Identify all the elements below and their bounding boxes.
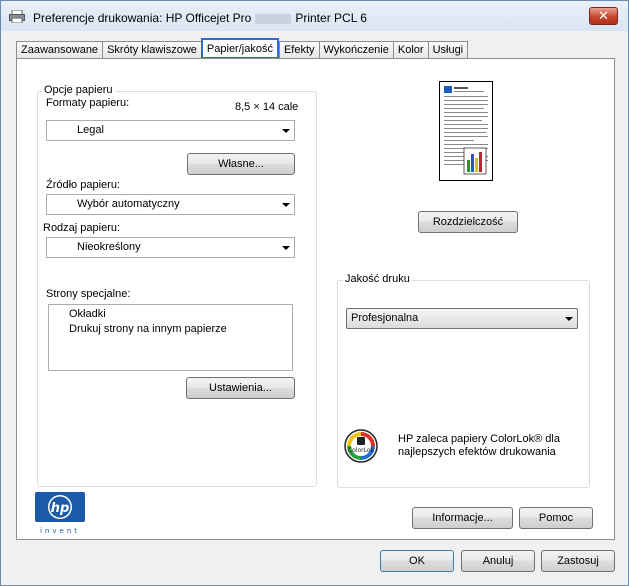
tab-paper-quality[interactable]: Papier/jakość [200,38,279,59]
information-button[interactable]: Informacje... [412,507,513,529]
settings-button[interactable]: Ustawienia... [186,377,295,399]
help-button[interactable]: Pomoc [519,507,593,529]
tab-shortcuts[interactable]: Skróty klawiszowe [102,41,201,59]
paper-size-text: 8,5 × 14 cale [235,101,299,113]
apply-button[interactable]: Zastosuj [541,550,615,572]
window-title-prefix: Preferencje drukowania: HP Officejet Pro [33,11,252,25]
cancel-button[interactable]: Anuluj [461,550,535,572]
printing-preferences-window: Preferencje drukowania: HP Officejet Pro… [0,0,629,586]
window-title-suffix: Printer PCL 6 [295,11,367,25]
chevron-down-icon [282,129,290,133]
print-quality-value: Profesjonalna [351,312,419,324]
close-icon: ✕ [598,8,609,23]
printer-icon [9,10,25,23]
paper-format-select[interactable]: Legal [46,120,295,141]
paper-options-title: Opcje papieru [42,84,115,96]
tab-strip: Zaawansowane Skróty klawiszowe Papier/ja… [16,38,469,59]
paper-formats-label: Formaty papieru: [46,97,130,109]
chevron-down-icon [565,317,573,321]
resolution-button[interactable]: Rozdzielczość [418,211,518,233]
tab-services[interactable]: Usługi [427,41,469,59]
ok-button[interactable]: OK [380,550,454,572]
colorlok-line-2: najlepszych efektów drukowania [398,446,556,458]
page-preview [439,81,493,181]
paper-type-label: Rodzaj papieru: [43,222,121,234]
paper-source-label: Źródło papieru: [46,179,120,191]
colorlok-line-1: HP zaleca papiery ColorLok® dla [398,433,560,445]
list-item[interactable]: Okładki [69,308,292,323]
title-bar[interactable]: Preferencje drukowania: HP Officejet Pro… [1,1,628,31]
tab-effects[interactable]: Efekty [278,41,319,59]
hp-logo-tagline: invent [40,527,80,535]
colorlok-badge-text: ColorLok [348,447,375,454]
paper-format-value: Legal [77,124,104,136]
list-item[interactable]: Drukuj strony na innym papierze [69,323,292,338]
tab-finishing[interactable]: Wykończenie [318,41,393,59]
paper-source-select[interactable]: Wybór automatyczny [46,194,295,215]
tab-color[interactable]: Kolor [392,41,428,59]
paper-type-select[interactable]: Nieokreślony [46,237,295,258]
colorlok-recommendation: HP zaleca papiery ColorLok® dla najlepsz… [398,433,560,459]
custom-size-button[interactable]: Własne... [187,153,295,175]
hp-logo-icon: hp invent [35,492,85,535]
special-pages-list[interactable]: Okładki Drukuj strony na innym papierze [48,304,293,371]
page-preview-image [444,86,488,175]
print-quality-select[interactable]: Profesjonalna [346,308,578,329]
tab-advanced[interactable]: Zaawansowane [16,41,103,59]
paper-source-value: Wybór automatyczny [77,198,180,210]
window-title: Preferencje drukowania: HP Officejet Pro… [33,11,367,25]
colorlok-logo-icon: ColorLok [344,429,378,463]
redacted-model [255,13,292,24]
chevron-down-icon [282,203,290,207]
tab-panel-paper-quality: Opcje papieru Formaty papieru: 8,5 × 14 … [16,58,615,540]
hp-logo-mark: hp [51,501,70,516]
special-pages-label: Strony specjalne: [46,288,131,300]
chevron-down-icon [282,246,290,250]
close-button[interactable]: ✕ [589,7,618,25]
paper-type-value: Nieokreślony [77,241,141,253]
print-quality-title: Jakość druku [343,273,412,285]
